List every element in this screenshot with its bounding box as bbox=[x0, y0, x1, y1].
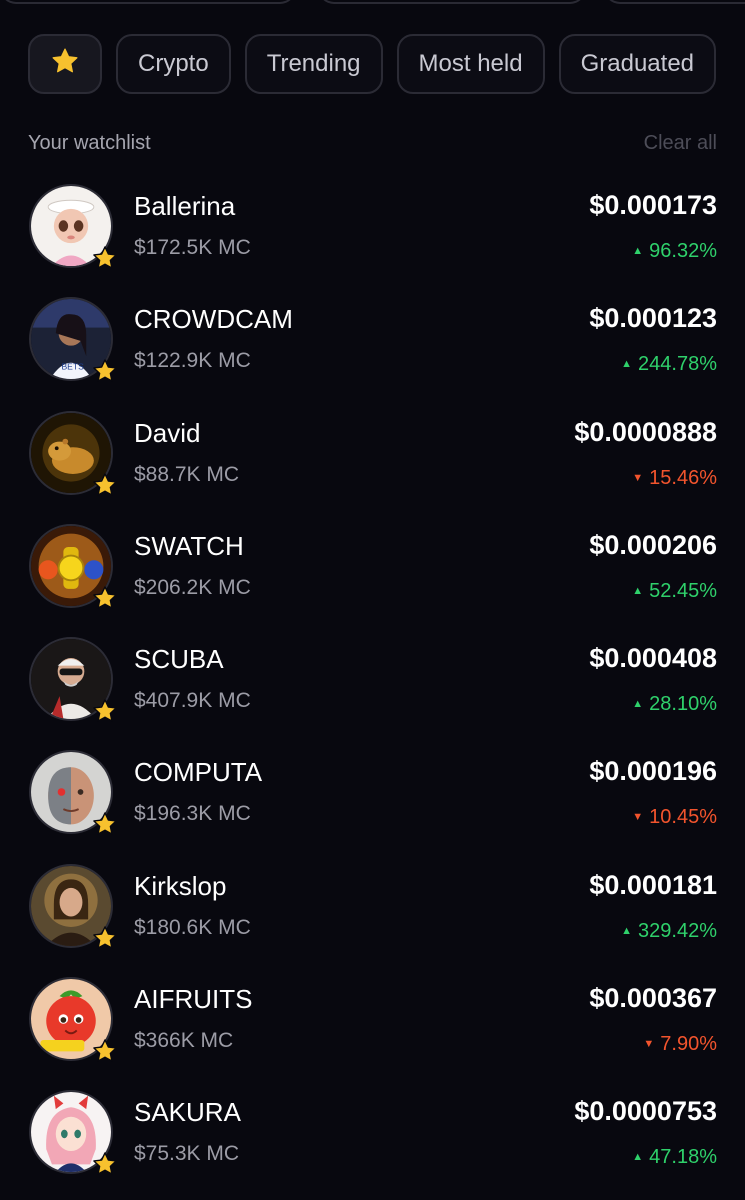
list-item[interactable]: BETS CROWDCAM $122.9K MC $0.000123 ▲ 244… bbox=[0, 289, 745, 402]
star-icon bbox=[50, 46, 80, 83]
triangle-up-icon: ▲ bbox=[632, 1151, 644, 1164]
token-name: David bbox=[134, 417, 201, 448]
market-cap: $122.9K MC bbox=[134, 349, 251, 373]
price-change-value: 329.42% bbox=[638, 919, 717, 942]
triangle-down-icon: ▼ bbox=[643, 1038, 655, 1051]
triangle-up-icon: ▲ bbox=[621, 358, 633, 371]
price-change-value: 28.10% bbox=[649, 693, 717, 716]
price-change: ▲ 52.45% bbox=[632, 580, 717, 603]
token-price: $0.000181 bbox=[589, 869, 717, 900]
market-cap: $75.3K MC bbox=[134, 1142, 240, 1166]
price-change: ▲ 329.42% bbox=[621, 920, 717, 943]
tab-most-held[interactable]: Most held bbox=[396, 34, 545, 94]
triangle-up-icon: ▲ bbox=[621, 924, 633, 937]
market-cap: $88.7K MC bbox=[134, 462, 240, 486]
token-price: $0.000173 bbox=[589, 190, 717, 220]
top-control-right[interactable] bbox=[604, 0, 745, 4]
token-price: $0.0000888 bbox=[574, 416, 717, 447]
price-change-value: 10.45% bbox=[649, 806, 717, 829]
favorite-star-icon[interactable] bbox=[91, 1037, 119, 1065]
list-item[interactable]: Kirkslop $180.6K MC $0.000181 ▲ 329.42% bbox=[0, 856, 745, 969]
market-cap: $196.3K MC bbox=[134, 802, 251, 826]
price-change-value: 15.46% bbox=[649, 466, 717, 489]
price-change-value: 7.90% bbox=[660, 1033, 717, 1056]
tab-crypto[interactable]: Crypto bbox=[116, 34, 231, 94]
token-name: AIFRUITS bbox=[134, 984, 253, 1015]
token-name: SCUBA bbox=[134, 644, 224, 675]
favorite-star-icon[interactable] bbox=[91, 697, 119, 725]
price-change: ▼ 7.90% bbox=[643, 1033, 717, 1056]
list-item[interactable]: Ballerina $172.5K MC $0.000173 ▲ 96.32% bbox=[0, 176, 745, 289]
tab-trending[interactable]: Trending bbox=[244, 34, 383, 94]
favorite-star-icon[interactable] bbox=[91, 1150, 119, 1178]
watchlist: Ballerina $172.5K MC $0.000173 ▲ 96.32% … bbox=[0, 176, 745, 1196]
market-cap: $172.5K MC bbox=[134, 236, 251, 259]
clear-all-button[interactable]: Clear all bbox=[644, 132, 717, 155]
price-change: ▼ 15.46% bbox=[632, 467, 717, 490]
favorite-star-icon[interactable] bbox=[91, 357, 119, 385]
token-name: SAKURA bbox=[134, 1097, 241, 1128]
price-change-value: 52.45% bbox=[649, 579, 717, 602]
token-price: $0.000206 bbox=[589, 529, 717, 560]
price-change: ▲ 28.10% bbox=[632, 693, 717, 716]
price-change-value: 96.32% bbox=[649, 240, 717, 262]
price-change-value: 47.18% bbox=[649, 1146, 717, 1169]
tab-graduated[interactable]: Graduated bbox=[558, 34, 717, 94]
list-item[interactable]: SWATCH $206.2K MC $0.000206 ▲ 52.45% bbox=[0, 516, 745, 629]
filter-tabs: Crypto Trending Most held Graduated bbox=[28, 34, 745, 94]
watchlist-header: Your watchlist Clear all bbox=[28, 128, 717, 158]
market-cap: $180.6K MC bbox=[134, 915, 251, 939]
list-item[interactable]: SCUBA $407.9K MC $0.000408 ▲ 28.10% bbox=[0, 629, 745, 742]
token-name: CROWDCAM bbox=[134, 304, 293, 335]
token-name: Ballerina bbox=[134, 191, 236, 221]
watchlist-title: Your watchlist bbox=[28, 131, 151, 154]
top-controls-strip bbox=[0, 0, 745, 4]
token-price: $0.000196 bbox=[589, 756, 717, 787]
top-control-middle[interactable] bbox=[318, 0, 586, 4]
list-item[interactable]: COMPUTA $196.3K MC $0.000196 ▼ 10.45% bbox=[0, 742, 745, 855]
list-item[interactable]: SAKURA $75.3K MC $0.0000753 ▲ 47.18% bbox=[0, 1082, 745, 1195]
price-change: ▲ 96.32% bbox=[632, 240, 717, 263]
token-name: COMPUTA bbox=[134, 757, 263, 788]
price-change: ▲ 47.18% bbox=[632, 1146, 717, 1169]
triangle-up-icon: ▲ bbox=[632, 584, 644, 597]
triangle-down-icon: ▼ bbox=[632, 811, 644, 824]
list-item[interactable]: David $88.7K MC $0.0000888 ▼ 15.46% bbox=[0, 403, 745, 516]
price-change-value: 244.78% bbox=[638, 353, 717, 376]
market-cap: $407.9K MC bbox=[134, 689, 251, 713]
tab-favorites[interactable] bbox=[28, 34, 102, 94]
svg-text:BETS: BETS bbox=[61, 362, 84, 372]
price-change: ▲ 244.78% bbox=[621, 353, 717, 376]
favorite-star-icon[interactable] bbox=[91, 584, 119, 612]
favorite-star-icon[interactable] bbox=[91, 924, 119, 952]
favorite-star-icon[interactable] bbox=[91, 471, 119, 499]
token-name: Kirkslop bbox=[134, 870, 227, 901]
triangle-down-icon: ▼ bbox=[632, 471, 644, 484]
token-name: SWATCH bbox=[134, 530, 244, 561]
token-price: $0.000408 bbox=[589, 643, 717, 674]
triangle-up-icon: ▲ bbox=[632, 698, 644, 711]
favorite-star-icon[interactable] bbox=[91, 244, 119, 272]
market-cap: $206.2K MC bbox=[134, 575, 251, 599]
price-change: ▼ 10.45% bbox=[632, 806, 717, 829]
market-cap: $366K MC bbox=[134, 1029, 234, 1053]
token-price: $0.0000753 bbox=[574, 1096, 717, 1127]
favorite-star-icon[interactable] bbox=[91, 810, 119, 838]
token-price: $0.000123 bbox=[589, 303, 717, 334]
triangle-up-icon: ▲ bbox=[632, 245, 644, 257]
list-item[interactable]: AIFRUITS $366K MC $0.000367 ▼ 7.90% bbox=[0, 969, 745, 1082]
token-price: $0.000367 bbox=[589, 983, 717, 1014]
top-control-left[interactable] bbox=[0, 0, 296, 4]
